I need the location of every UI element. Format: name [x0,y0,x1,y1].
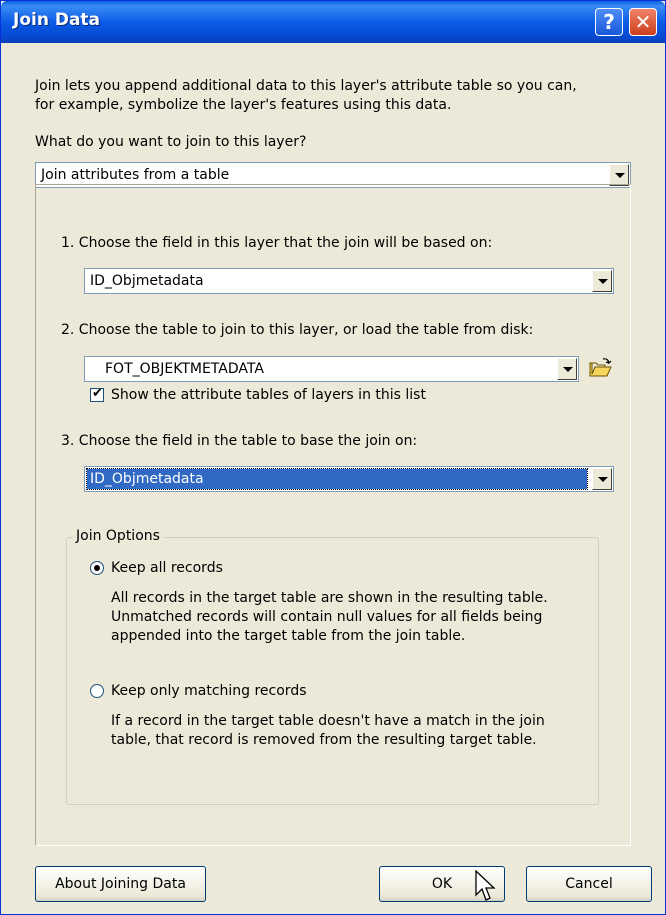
join-data-dialog: Join Data ? ✕ Join lets you append addit… [0,0,666,915]
chevron-down-icon[interactable] [557,358,577,380]
keep-all-desc-2: Unmatched records will contain null valu… [111,609,543,625]
join-table-dropdown[interactable]: FOT_OBJEKTMETADATA [84,356,579,382]
layer-field-value: ID_Objmetadata [90,273,204,289]
close-icon[interactable]: ✕ [629,8,657,36]
keep-all-desc-3: appended into the target table from the … [111,628,466,644]
intro-line-2: for example, symbolize the layer's featu… [35,97,452,113]
show-layers-label: Show the attribute tables of layers in t… [111,387,426,403]
step2-label: 2. Choose the table to join to this laye… [61,322,534,338]
join-table-value: FOT_OBJEKTMETADATA [105,361,264,377]
join-field-value: ID_Objmetadata [86,468,588,490]
keep-all-radio[interactable] [90,561,104,575]
chevron-down-icon[interactable] [592,270,612,292]
chevron-down-icon[interactable] [609,164,629,186]
step3-label: 3. Choose the field in the table to base… [61,433,418,449]
keep-all-label: Keep all records [111,560,223,576]
about-joining-data-button[interactable]: About Joining Data [35,866,206,902]
keep-matching-radio[interactable] [90,684,104,698]
window-title: Join Data [13,10,101,30]
keep-matching-desc-2: table, that record is removed from the r… [111,732,537,748]
show-layers-checkbox[interactable] [90,386,104,402]
layer-field-dropdown[interactable]: ID_Objmetadata [84,268,614,294]
chevron-down-icon[interactable] [592,468,612,490]
join-options-group [66,537,599,805]
open-folder-icon[interactable] [587,356,613,380]
keep-matching-label: Keep only matching records [111,683,307,699]
title-bar[interactable]: Join Data ? ✕ [1,1,665,43]
help-icon[interactable]: ? [595,8,623,36]
mouse-pointer-icon [475,870,496,901]
join-field-dropdown[interactable]: ID_Objmetadata [84,466,614,492]
join-options-title: Join Options [72,527,164,545]
step1-label: 1. Choose the field in this layer that t… [61,235,493,251]
cancel-button[interactable]: Cancel [526,866,652,902]
join-type-value: Join attributes from a table [41,167,230,183]
keep-all-desc-1: All records in the target table are show… [111,590,548,606]
join-question: What do you want to join to this layer? [35,134,307,150]
keep-matching-desc-1: If a record in the target table doesn't … [111,713,545,729]
dialog-body: Join lets you append additional data to … [4,43,662,913]
intro-line-1: Join lets you append additional data to … [35,78,577,94]
